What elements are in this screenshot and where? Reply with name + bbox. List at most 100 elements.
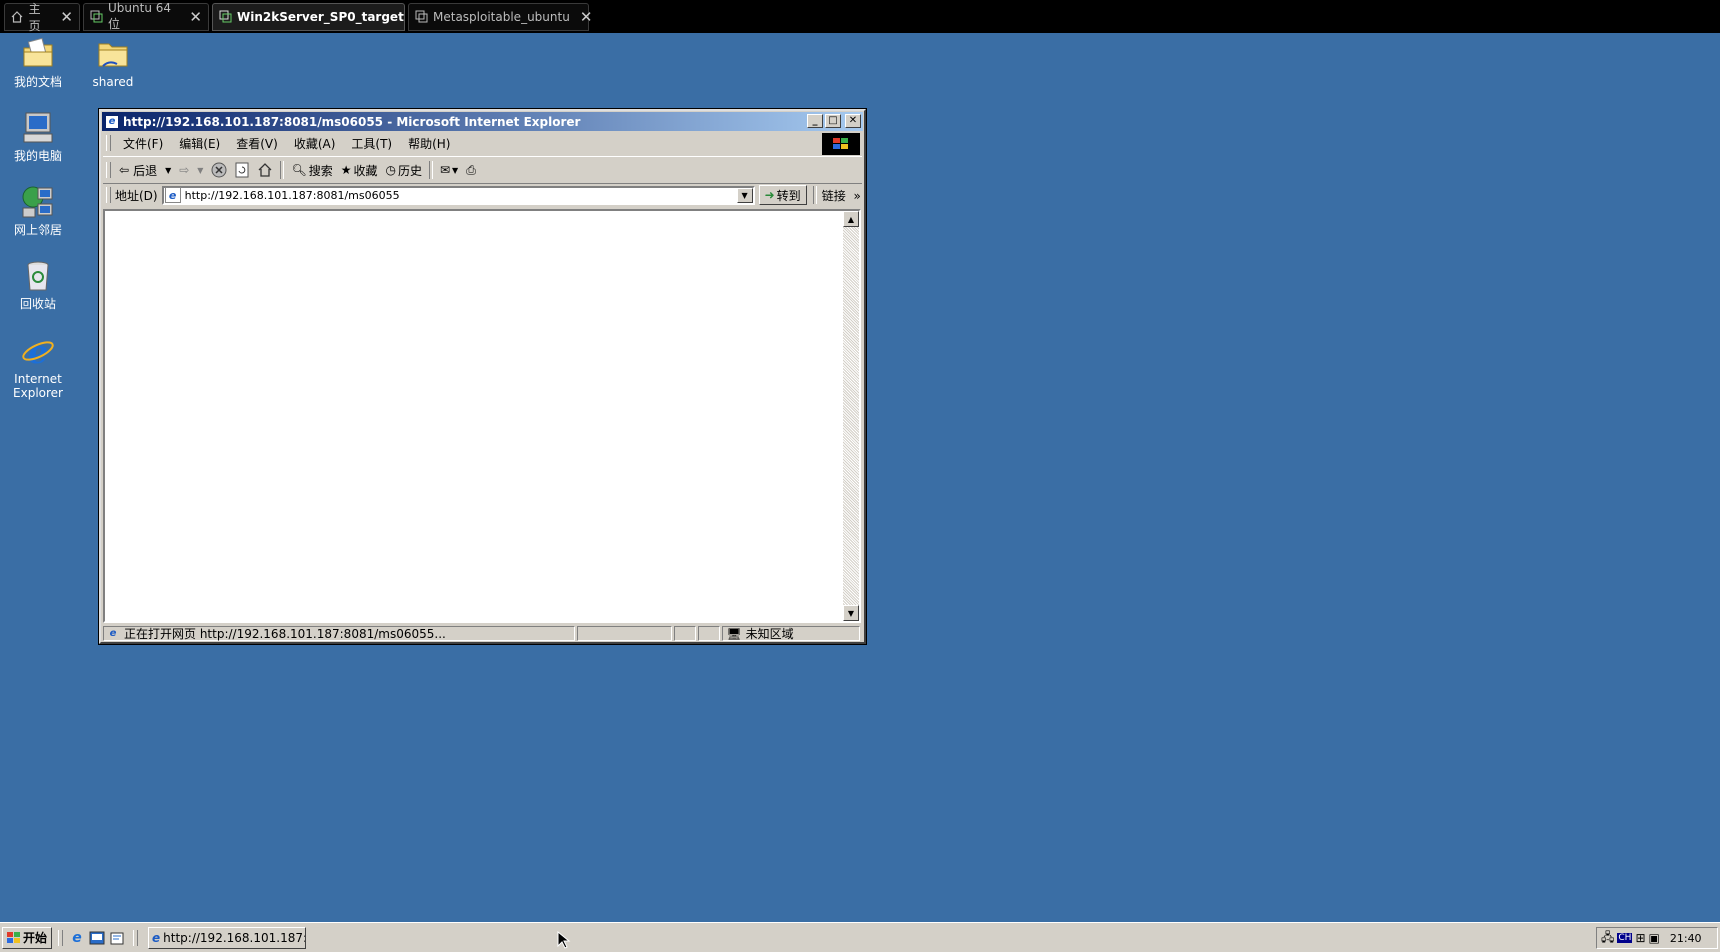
chevron-down-icon[interactable]: ▼ [197, 166, 203, 175]
tab-home[interactable]: 主页 ✕ [4, 1, 80, 33]
close-button[interactable]: ✕ [845, 114, 861, 128]
desktop-icon-recycle-bin[interactable]: 回收站 [0, 258, 76, 311]
tab-label: 主页 [28, 1, 41, 33]
vm-tab-bar: 主页 ✕ Ubuntu 64 位 ✕ Win2kServer_SP0_targe… [0, 0, 1720, 33]
my-documents-icon [23, 37, 53, 67]
desktop-icon-label: 网上邻居 [13, 223, 62, 237]
menu-view[interactable]: 查看(V) [228, 135, 286, 152]
refresh-button[interactable] [231, 159, 253, 181]
address-input[interactable]: e http://192.168.101.187:8081/ms06055 ▼ [161, 185, 755, 205]
favorites-icon: ★ [340, 163, 352, 177]
ie-window[interactable]: e http://192.168.101.187:8081/ms06055 - … [98, 108, 867, 645]
taskbar-item-ie[interactable]: e http://192.168.101.187:... [148, 926, 307, 949]
menu-favorites[interactable]: 收藏(A) [286, 135, 344, 152]
tab-label: Metasploitable_ubuntu [433, 9, 570, 24]
input-method-icon[interactable]: ⊞ [1635, 931, 1645, 945]
vm-icon [415, 10, 428, 24]
home-icon [258, 163, 272, 177]
history-icon: ◷ [385, 163, 396, 177]
desktop-icon-internet-explorer[interactable]: e Internet Explorer [0, 333, 76, 400]
ie-page-icon: e [105, 114, 119, 129]
title-bar[interactable]: e http://192.168.101.187:8081/ms06055 - … [102, 112, 863, 131]
desktop-icon-label: 我的文档 [13, 75, 62, 89]
history-button[interactable]: ◷ 历史 [381, 159, 426, 181]
scroll-up-button[interactable]: ▲ [843, 211, 859, 227]
windows-logo-icon [822, 133, 860, 155]
close-icon[interactable]: ✕ [179, 8, 202, 26]
desktop-icon-label: Internet Explorer [13, 372, 63, 400]
network-icon[interactable]: 🖧 [1601, 928, 1614, 949]
home-icon [11, 10, 24, 24]
print-icon: ⎙ [466, 162, 476, 177]
monitor-icon[interactable]: ▣ [1649, 931, 1660, 945]
minimize-button[interactable]: _ [807, 114, 823, 128]
ie-page-icon: e [109, 628, 117, 639]
desktop-icon-shared[interactable]: shared [75, 36, 151, 89]
recycle-bin-icon [27, 261, 49, 291]
ie-page-icon: e [152, 930, 161, 945]
standard-toolbar: ⇦ 后退 ▼ ⇨ ▼ 🔍︎ 搜索 ★ 收藏 ◷ 历史 ✉ ▼ ⎙ [103, 156, 862, 184]
close-icon[interactable]: ✕ [50, 8, 73, 26]
tab-label: Win2kServer_SP0_target [237, 9, 404, 24]
folder-icon [98, 43, 128, 67]
maximize-button[interactable]: □ [825, 114, 841, 128]
menu-file[interactable]: 文件(F) [115, 135, 171, 152]
desktop-icon-network-places[interactable]: 网上邻居 [0, 184, 76, 237]
desktop-icon-my-documents[interactable]: 我的文档 [0, 36, 76, 89]
forward-button[interactable]: ⇨ ▼ [175, 159, 207, 181]
start-button[interactable]: 开始 [2, 926, 53, 949]
status-text: 正在打开网页 http://192.168.101.187:8081/ms060… [124, 627, 446, 641]
close-icon[interactable]: ✕ [570, 8, 593, 26]
show-desktop-icon[interactable] [89, 930, 105, 946]
status-panel [698, 626, 721, 641]
desktop-icon-label: shared [92, 75, 134, 89]
favorites-button[interactable]: ★ 收藏 [337, 159, 382, 181]
search-button[interactable]: 🔍︎ 搜索 [287, 159, 336, 181]
network-places-icon [22, 186, 53, 218]
language-indicator[interactable]: CH [1617, 933, 1633, 943]
stop-button[interactable] [207, 159, 231, 181]
address-label: 地址(D) [115, 188, 158, 203]
taskbar: 开始 e e http://192.168.101.187:... 🖧 CH ⊞… [0, 922, 1720, 952]
mouse-cursor-icon [557, 931, 571, 949]
chevron-down-icon[interactable]: ▼ [165, 166, 171, 175]
menu-help[interactable]: 帮助(H) [400, 135, 458, 152]
tab-metasploitable[interactable]: Metasploitable_ubuntu ✕ [408, 2, 592, 31]
back-arrow-icon: ⇦ [119, 163, 130, 177]
vertical-scrollbar[interactable]: ▲ ▼ [843, 211, 859, 621]
desktop-icon-my-computer[interactable]: 我的电脑 [0, 110, 76, 163]
go-button[interactable]: ➜ 转到 [758, 185, 807, 205]
vm-icon [219, 10, 232, 24]
address-dropdown-button[interactable]: ▼ [736, 187, 753, 203]
svg-text:e: e [28, 333, 48, 369]
clock[interactable]: 21:40 [1670, 932, 1702, 945]
search-icon: 🔍︎ [291, 163, 307, 177]
address-bar: 地址(D) e http://192.168.101.187:8081/ms06… [103, 183, 862, 207]
chevron-down-icon[interactable]: ▼ [452, 166, 458, 175]
vm-icon [90, 10, 103, 24]
menu-tools[interactable]: 工具(T) [343, 135, 400, 152]
internet-explorer-icon[interactable]: e [69, 930, 85, 946]
back-button[interactable]: ⇦ 后退 ▼ [115, 159, 175, 181]
mail-button[interactable]: ✉ ▼ [436, 159, 462, 181]
home-button[interactable] [253, 159, 277, 181]
desktop-icon-label: 回收站 [19, 297, 56, 311]
tab-win2kserver[interactable]: Win2kServer_SP0_target ✕ [212, 2, 426, 31]
print-button[interactable]: ⎙ [462, 159, 480, 181]
stop-icon [211, 162, 227, 178]
window-title: http://192.168.101.187:8081/ms06055 - Mi… [123, 114, 581, 129]
address-value: http://192.168.101.187:8081/ms06055 [184, 188, 400, 202]
forward-arrow-icon: ⇨ [179, 163, 190, 177]
outlook-express-icon[interactable] [109, 930, 125, 946]
ie-page-icon: e [164, 187, 181, 203]
mail-icon: ✉ [439, 163, 451, 177]
scroll-down-button[interactable]: ▼ [843, 605, 859, 621]
page-content[interactable]: ▲ ▼ [103, 209, 861, 623]
refresh-icon [235, 162, 249, 178]
internet-explorer-icon: e [22, 333, 54, 369]
my-computer-icon [23, 112, 53, 143]
menu-edit[interactable]: 编辑(E) [171, 135, 228, 152]
system-tray: 🖧 CH ⊞ ▣ 21:40 [1596, 927, 1718, 949]
links-button[interactable]: 链接 » [822, 187, 861, 204]
tab-ubuntu[interactable]: Ubuntu 64 位 ✕ [83, 1, 209, 31]
